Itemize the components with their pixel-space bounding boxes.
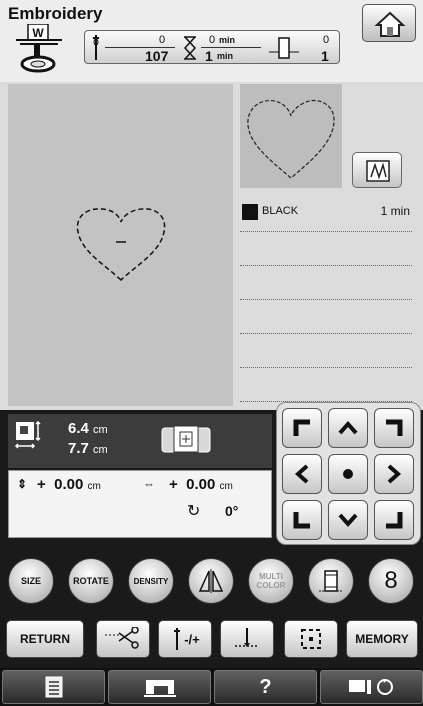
width-value: 6.4 cm — [68, 420, 108, 437]
needle-icon — [174, 628, 181, 650]
center-dot-icon — [343, 469, 353, 479]
list-item — [240, 232, 412, 266]
size-icon — [14, 420, 44, 455]
move-up-button[interactable] — [328, 408, 368, 448]
chevron-up-icon — [338, 420, 358, 435]
vertical-offset: + 0.00 cm — [37, 476, 101, 493]
stitch-simulator-button[interactable] — [352, 152, 402, 188]
home-icon — [374, 11, 406, 37]
chevron-down-icon — [338, 513, 358, 528]
chevron-right-icon — [387, 464, 402, 484]
thread-trim-button[interactable] — [96, 620, 150, 658]
move-left-button[interactable] — [282, 454, 322, 494]
screen-title: Embroidery — [8, 4, 103, 23]
heart-pattern — [76, 208, 166, 282]
move-down-right-button[interactable] — [374, 500, 414, 540]
list-item — [240, 368, 412, 402]
stitch-preview-icon — [366, 160, 390, 182]
document-icon — [45, 676, 62, 698]
foot-code-label: W — [32, 26, 44, 40]
corner-up-left-icon — [293, 419, 310, 436]
thread-color-name: BLACK — [262, 205, 299, 217]
embroidery-canvas[interactable] — [8, 84, 233, 406]
list-item — [240, 334, 412, 368]
move-down-left-button[interactable] — [282, 500, 322, 540]
pattern-preview — [240, 84, 342, 188]
height-value: 7.7 cm — [68, 440, 108, 457]
size-display: 6.4 cm 7.7 cm — [8, 414, 272, 468]
move-up-left-button[interactable] — [282, 408, 322, 448]
eight-direction-button[interactable]: 8 — [368, 558, 414, 604]
size-button[interactable]: SIZE — [8, 558, 54, 604]
thread-color-list: BLACK 1 min — [240, 198, 412, 406]
mirror-button[interactable] — [188, 558, 234, 604]
needle-icon — [90, 34, 102, 67]
tab-sewing-machine[interactable] — [108, 670, 211, 704]
embroidery-frame-icon — [160, 424, 212, 459]
stitch-current: 0 — [159, 34, 166, 46]
thread-color-time: 1 min — [380, 204, 410, 218]
tab-settings[interactable] — [2, 670, 105, 704]
heart-preview — [247, 99, 335, 179]
tab-tutorial[interactable] — [320, 670, 423, 704]
corner-down-right-icon — [386, 512, 403, 529]
memory-button[interactable]: MEMORY — [346, 620, 418, 658]
chevron-left-icon — [294, 464, 309, 484]
header-bar: Embroidery W 0 107 0 min 1 min 0 1 — [0, 0, 423, 82]
mirror-icon — [198, 569, 224, 593]
corner-down-left-icon — [293, 512, 310, 529]
thread-color-button[interactable] — [308, 558, 354, 604]
needle-start-icon — [235, 628, 259, 647]
list-item — [240, 300, 412, 334]
color-total: 1 — [321, 48, 329, 64]
needle-count-button[interactable]: -/+ — [158, 620, 212, 658]
stitch-info-panel: 0 107 0 min 1 min 0 1 — [84, 30, 340, 64]
presser-foot-icon: W — [14, 23, 66, 76]
time-unit-top: min — [219, 35, 236, 45]
multi-color-button[interactable]: MULTI COLOR — [248, 558, 294, 604]
home-button[interactable] — [362, 4, 416, 42]
time-current: 0 — [209, 34, 216, 46]
thread-spool-icon — [269, 36, 299, 65]
list-item — [240, 266, 412, 300]
needle-position-button[interactable] — [220, 620, 274, 658]
tutorial-video-icon — [348, 679, 393, 695]
density-button[interactable]: DENSITY — [128, 558, 174, 604]
position-display: ⇕ + 0.00 cm ⇔ + 0.00 cm ↻ 0° — [8, 470, 272, 538]
thread-color-row[interactable]: BLACK 1 min — [240, 198, 412, 232]
move-up-right-button[interactable] — [374, 408, 414, 448]
return-button[interactable]: RETURN — [6, 620, 84, 658]
move-pattern-pad — [276, 402, 421, 545]
stitch-total: 107 — [145, 48, 169, 64]
corner-up-right-icon — [386, 419, 403, 436]
horizontal-offset: + 0.00 cm — [169, 476, 233, 493]
rotate-angle-icon: ↻ — [187, 503, 201, 520]
hourglass-icon — [182, 36, 198, 65]
thread-color-swatch — [242, 204, 258, 220]
move-right-button[interactable] — [374, 454, 414, 494]
time-total: 1 — [205, 48, 213, 64]
horizontal-move-icon: ⇔ — [143, 477, 155, 491]
rotation-angle: 0° — [225, 503, 239, 519]
time-unit-bottom: min — [217, 51, 234, 61]
trial-button[interactable] — [284, 620, 338, 658]
thread-spool-icon — [319, 570, 343, 592]
tab-help[interactable]: ? — [214, 670, 317, 704]
machine-icon — [143, 680, 176, 697]
rotate-button[interactable]: ROTATE — [68, 558, 114, 604]
scissors-icon — [105, 627, 139, 649]
center-button[interactable] — [328, 454, 368, 494]
color-current: 0 — [323, 34, 330, 46]
trace-frame-icon — [301, 629, 321, 649]
vertical-move-icon: ⇕ — [17, 477, 28, 491]
move-down-button[interactable] — [328, 500, 368, 540]
